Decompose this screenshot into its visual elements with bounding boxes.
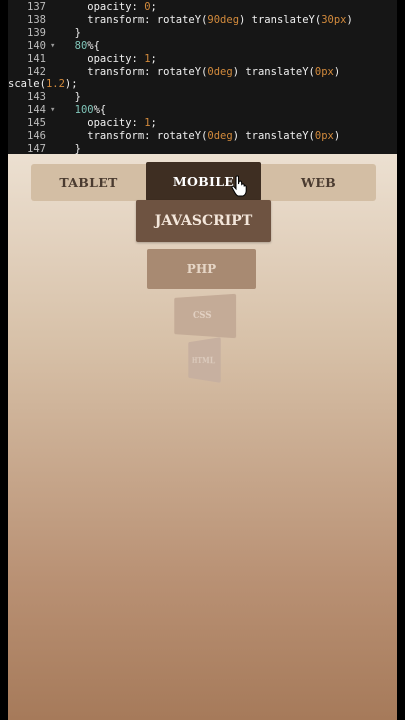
line-number: 147 [27,142,46,154]
code-editor[interactable]: 137 opacity: 0; 138 transform: rotateY(90… [8,0,397,154]
code-line: 143 } [8,91,397,104]
line-number: 141 [27,52,46,65]
code-line: scale(1.2); [8,78,397,91]
line-number: 142 [27,65,46,78]
code-line: 137 opacity: 0; [8,1,397,14]
code-line: 140 ▾ 80%{ [8,40,397,53]
tab-bar: TABLET MOBILE WEB [31,162,376,201]
line-number: 139 [27,26,46,39]
code-text: scale(1.2); [8,78,78,91]
line-number: 138 [27,13,46,26]
card-html: HTML [188,337,221,383]
code-text: transform: rotateY(90deg) translateY(30p… [62,13,353,26]
code-text: 80%{ [62,39,100,52]
code-text: transform: rotateY(0deg) translateY(0px) [62,130,341,142]
code-line: 138 transform: rotateY(90deg) translateY… [8,14,397,27]
code-line: 146 transform: rotateY(0deg) translateY(… [8,130,397,143]
card-php: PHP [147,249,256,289]
code-text: 100%{ [62,104,107,117]
line-number: 145 [27,117,46,130]
tab-web[interactable]: WEB [261,164,376,201]
card-css: CSS [174,293,237,339]
code-line: 144 ▾ 100%{ [8,104,397,117]
code-text: opacity: 0; [62,1,157,13]
code-line: 139 } [8,27,397,40]
code-line: 141 opacity: 1; [8,53,397,66]
line-number: 137 [27,1,46,13]
code-line: 147 } [8,143,397,154]
line-number: 144 [27,104,46,117]
line-number: 140 [27,39,46,52]
hand-pointer-icon [231,175,247,197]
code-text: opacity: 1; [62,52,157,65]
preview-pane: TABLET MOBILE WEB JAVASCRIPT PHP CSS HTM… [8,154,397,720]
code-line: 142 transform: rotateY(0deg) translateY(… [8,66,397,79]
fold-toggle-icon[interactable]: ▾ [50,104,55,117]
code-text: } [62,142,81,154]
tab-tablet[interactable]: TABLET [31,164,146,201]
card-javascript: JAVASCRIPT [136,200,271,242]
code-text: opacity: 1; [62,117,157,130]
fold-toggle-icon[interactable]: ▾ [50,40,55,53]
code-text: transform: rotateY(0deg) translateY(0px) [62,65,341,78]
code-text: } [62,26,81,39]
line-number: 143 [27,91,46,104]
code-text: } [62,91,81,104]
line-number: 146 [27,130,46,142]
code-line: 145 opacity: 1; [8,117,397,130]
